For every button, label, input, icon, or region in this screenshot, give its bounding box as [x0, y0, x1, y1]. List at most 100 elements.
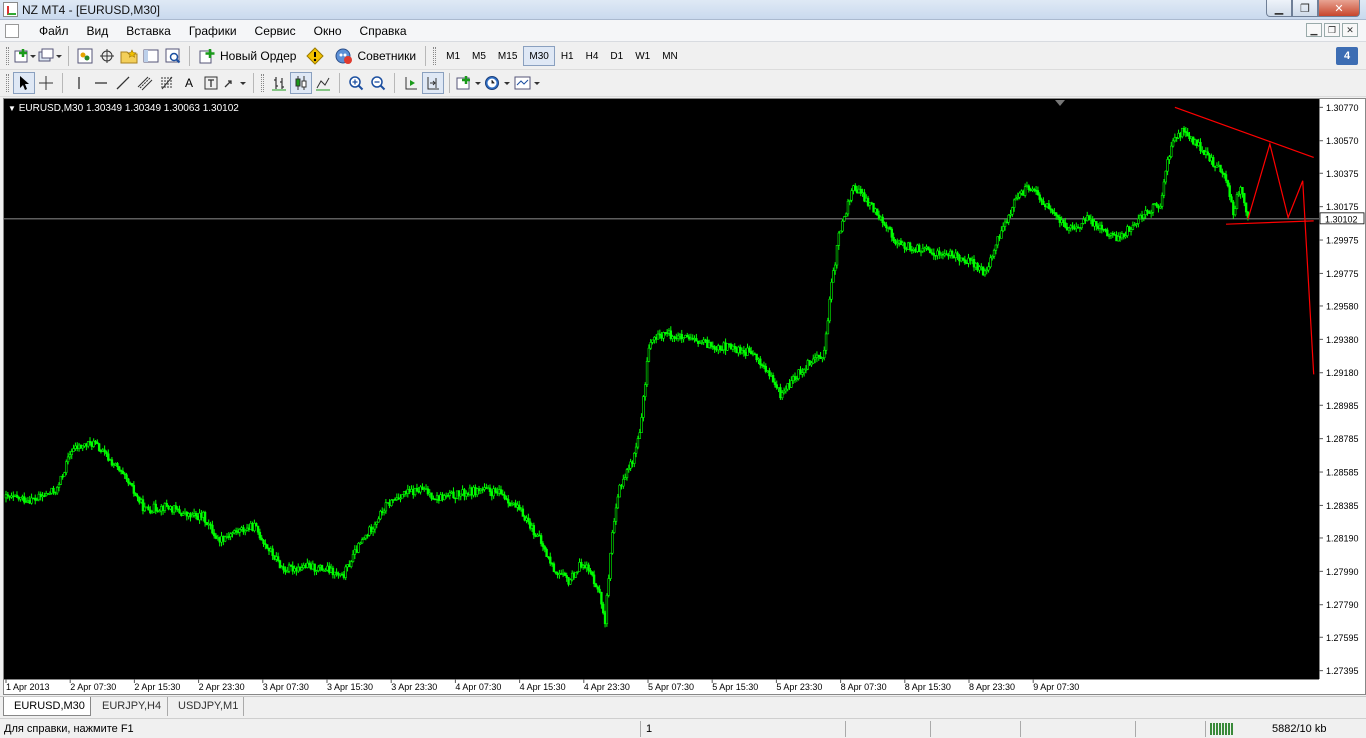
time-label: 4 Apr 23:30 [584, 682, 630, 692]
line-chart-icon [316, 77, 330, 91]
tab-usdjpy-m1[interactable]: USDJPY,M1 [168, 697, 244, 716]
candle [622, 474, 625, 489]
candle-body [1226, 180, 1230, 186]
chart-shift-icon [427, 77, 439, 90]
autotrading-warning-button[interactable] [304, 45, 326, 67]
autoscroll-button[interactable] [400, 72, 422, 94]
profiles-button[interactable] [37, 45, 63, 67]
cursor-tool-button[interactable] [13, 72, 35, 94]
timeframe-d1[interactable]: D1 [604, 46, 629, 66]
templates-dropdown-button[interactable] [513, 72, 543, 94]
window-titlebar: NZ MT4 - [EURUSD,M30] ▁ ❐ ✕ [0, 0, 1366, 20]
candle [768, 367, 771, 380]
candle [1047, 199, 1051, 210]
crosshair-tool-button[interactable] [35, 72, 57, 94]
zoom-out-button[interactable] [367, 72, 389, 94]
candle-body [989, 257, 992, 268]
candle [739, 344, 742, 355]
terminal-button[interactable] [140, 45, 162, 67]
chart-menu-triangle-icon[interactable]: ▼ [8, 104, 16, 113]
navigator-button[interactable] [96, 45, 118, 67]
expert-advisors-button[interactable]: Советники [330, 45, 420, 67]
new-chart-button[interactable] [13, 45, 37, 67]
menu-window[interactable]: Окно [305, 24, 351, 38]
timeframe-m15[interactable]: M15 [492, 46, 523, 66]
new-order-button[interactable]: Новый Ордер [195, 45, 300, 67]
candle-body [950, 250, 954, 257]
drawn-annotations[interactable] [1174, 106, 1315, 375]
chat-messages-button[interactable]: 4 [1336, 47, 1358, 65]
mdi-minimize-button[interactable]: ▁ [1306, 23, 1322, 37]
candle-body [1151, 204, 1155, 213]
favorites-button[interactable] [118, 45, 140, 67]
drawing-toolbar: A [0, 70, 1366, 97]
arrows-dropdown-button[interactable] [222, 72, 248, 94]
price-label: 1.28190 [1326, 533, 1359, 543]
mdi-close-button[interactable]: ✕ [1342, 23, 1358, 37]
bar-chart-button[interactable] [268, 72, 290, 94]
menu-insert[interactable]: Вставка [117, 24, 180, 38]
candle-body [651, 339, 654, 343]
timeframe-mn[interactable]: MN [656, 46, 684, 66]
tab-eurjpy-h4[interactable]: EURJPY,H4 [92, 697, 168, 716]
timeframe-w1[interactable]: W1 [629, 46, 656, 66]
price-chart[interactable]: 1.30770 1.30570 1.30375 1.30175 1.29975 1.297… [4, 99, 1365, 694]
chart-shift-button[interactable] [422, 72, 444, 94]
candle [426, 485, 430, 496]
candle-body [1067, 227, 1071, 231]
text-tool-button[interactable]: A [178, 72, 200, 94]
menu-charts[interactable]: Графики [180, 24, 246, 38]
toolbar-separator [62, 73, 63, 93]
equidistant-channel-button[interactable] [134, 72, 156, 94]
candle [611, 529, 614, 555]
menu-file[interactable]: Файл [30, 24, 78, 38]
menu-tools[interactable]: Сервис [246, 24, 305, 38]
candle-body [614, 507, 618, 522]
toolbar-grip[interactable] [6, 74, 9, 92]
candle-body [759, 358, 762, 366]
candle-body [543, 546, 546, 550]
fibonacci-button[interactable] [156, 72, 178, 94]
timeframe-m1[interactable]: M1 [440, 46, 466, 66]
indicators-dropdown-button[interactable] [455, 72, 483, 94]
menu-view[interactable]: Вид [78, 24, 118, 38]
strategy-tester-button[interactable] [162, 45, 184, 67]
candle-body [633, 452, 636, 464]
maximize-button[interactable]: ❐ [1292, 0, 1318, 17]
timeframe-h4[interactable]: H4 [580, 46, 605, 66]
minimize-button[interactable]: ▁ [1266, 0, 1292, 17]
toolbar-separator [394, 73, 395, 93]
horizontal-line-button[interactable] [90, 72, 112, 94]
candle [255, 522, 258, 527]
trendline-button[interactable] [112, 72, 134, 94]
candle [492, 485, 495, 499]
menu-help[interactable]: Справка [351, 24, 416, 38]
candle [771, 372, 775, 383]
timeframe-m5[interactable]: M5 [466, 46, 492, 66]
zoom-in-button[interactable] [345, 72, 367, 94]
candle-body [1080, 223, 1083, 229]
candlestick-chart-button[interactable] [290, 72, 312, 94]
line-chart-button[interactable] [312, 72, 334, 94]
mdi-restore-button[interactable]: ❐ [1324, 23, 1340, 37]
text-label-button[interactable] [200, 72, 222, 94]
toolbar-grip[interactable] [6, 47, 9, 65]
candle-body [1206, 151, 1209, 156]
connection-status-icon[interactable] [1210, 723, 1234, 735]
candle-body [1011, 207, 1014, 215]
tab-eurusd-m30[interactable]: EURUSD,M30 [3, 697, 91, 716]
zoom-out-icon [371, 76, 386, 91]
market-watch-button[interactable] [74, 45, 96, 67]
vertical-line-button[interactable] [68, 72, 90, 94]
timeframe-h1[interactable]: H1 [555, 46, 580, 66]
timeframe-m30[interactable]: M30 [523, 46, 555, 66]
candle-body [539, 535, 543, 544]
candle-body [642, 396, 645, 418]
periods-dropdown-button[interactable] [483, 72, 513, 94]
toolbar-grip[interactable] [261, 74, 264, 92]
price-label: 1.28785 [1326, 434, 1359, 444]
toolbar-grip[interactable] [433, 47, 437, 65]
status-traffic: 5882/10 kb [1272, 723, 1327, 735]
chart-document-icon[interactable] [5, 24, 19, 38]
close-button[interactable]: ✕ [1318, 0, 1360, 17]
